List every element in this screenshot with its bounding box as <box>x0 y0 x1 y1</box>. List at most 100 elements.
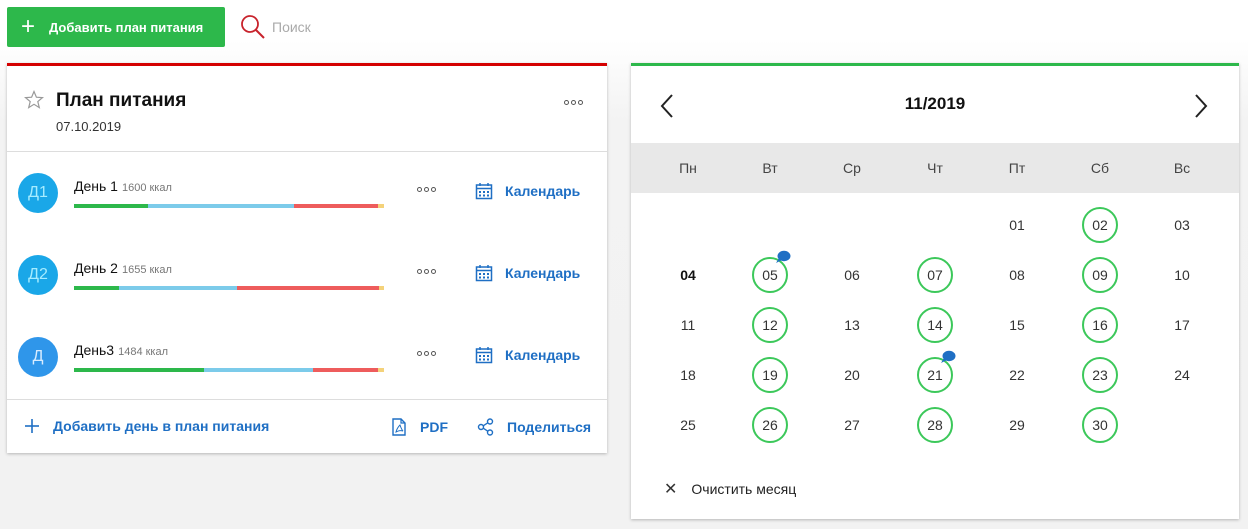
calendar-day[interactable]: 02 <box>1082 207 1118 243</box>
calendar-day-number: 05 <box>762 267 778 283</box>
calendar-day-number: 06 <box>844 267 860 283</box>
calendar-day[interactable]: 05 <box>752 250 791 293</box>
calendar-day[interactable]: 22 <box>999 357 1035 393</box>
calendar-day[interactable]: 20 <box>834 357 870 393</box>
calendar-day[interactable]: 08 <box>999 257 1035 293</box>
search-input[interactable] <box>272 19 422 35</box>
calendar-day[interactable]: 27 <box>834 407 870 443</box>
comment-bubble-icon[interactable] <box>775 250 791 264</box>
macro-bar <box>74 286 384 290</box>
day-more-icon[interactable] <box>417 187 436 192</box>
calendar-day[interactable]: 11 <box>670 307 706 343</box>
calendar-day[interactable]: 16 <box>1082 307 1118 343</box>
calendar-day-number: 01 <box>1009 217 1025 233</box>
calendar-day-number: 19 <box>762 367 778 383</box>
macro-other-segment <box>377 368 384 372</box>
macro-other-segment <box>379 286 384 290</box>
calendar-day[interactable]: 04 <box>670 257 706 293</box>
calendar-day[interactable]: 26 <box>752 407 788 443</box>
day-row: Д2 День 2 1655 ккал Календарь <box>7 234 607 316</box>
day-calendar-button[interactable]: Календарь <box>475 264 580 282</box>
plan-footer: Добавить день в план питания PDF Поделит… <box>7 399 607 456</box>
calendar-day[interactable]: 09 <box>1082 257 1118 293</box>
calendar-day-number: 08 <box>1009 267 1025 283</box>
clear-month-button[interactable]: ✕ Очистить месяц <box>664 479 796 499</box>
weekday-label: Вт <box>762 160 778 176</box>
calendar-label: Календарь <box>505 347 581 363</box>
plus-icon <box>25 419 39 433</box>
day-title[interactable]: День3 1484 ккал <box>74 342 168 358</box>
calendar-day[interactable]: 14 <box>917 307 953 343</box>
calendar-day[interactable]: 29 <box>999 407 1035 443</box>
add-day-button[interactable]: Добавить день в план питания <box>24 418 269 434</box>
calendar-day[interactable]: 25 <box>670 407 706 443</box>
calendar-card: 11/2019 Пн Вт Ср Чт Пт Сб Вс 01 02 03 04 05 0… <box>631 63 1239 519</box>
calendar-day-number: 29 <box>1009 417 1025 433</box>
calendar-day[interactable]: 24 <box>1164 357 1200 393</box>
calendar-day-number: 11 <box>680 317 696 333</box>
calendar-icon <box>475 265 493 282</box>
calendar-day[interactable]: 28 <box>917 407 953 443</box>
day-name: День 1 <box>74 178 118 194</box>
pdf-button[interactable]: PDF <box>391 418 448 436</box>
calendar-day[interactable]: 30 <box>1082 407 1118 443</box>
close-icon: ✕ <box>664 481 678 498</box>
day-calendar-button[interactable]: Календарь <box>475 346 580 364</box>
macro-carbs-segment <box>148 204 295 208</box>
calendar-day[interactable]: 21 <box>917 350 956 393</box>
calendar-icon <box>475 347 493 364</box>
calendar-day[interactable]: 07 <box>917 257 953 293</box>
day-name: День 2 <box>74 260 118 276</box>
calendar-day-number: 25 <box>680 417 696 433</box>
calendar-day[interactable]: 23 <box>1082 357 1118 393</box>
calendar-day-number: 27 <box>844 417 860 433</box>
macro-carbs-segment <box>204 368 313 372</box>
calendar-day-number: 10 <box>1174 267 1190 283</box>
day-calendar-button[interactable]: Календарь <box>475 182 580 200</box>
calendar-day-number: 02 <box>1092 217 1108 233</box>
macro-bar <box>74 368 384 372</box>
comment-bubble-icon[interactable] <box>940 350 956 364</box>
pdf-label: PDF <box>420 419 448 435</box>
calendar-day[interactable]: 10 <box>1164 257 1200 293</box>
day-more-icon[interactable] <box>417 269 436 274</box>
plan-more-icon[interactable] <box>564 100 583 105</box>
day-more-icon[interactable] <box>417 351 436 356</box>
plan-date: 07.10.2019 <box>56 119 122 134</box>
share-button[interactable]: Поделиться <box>477 418 591 436</box>
macro-protein-segment <box>74 368 205 372</box>
macro-fat-segment <box>312 368 378 372</box>
calendar-day[interactable]: 01 <box>999 207 1035 243</box>
calendar-day[interactable]: 18 <box>670 357 706 393</box>
calendar-day[interactable]: 06 <box>834 257 870 293</box>
calendar-day-number: 28 <box>927 417 943 433</box>
calendar-day[interactable]: 12 <box>752 307 788 343</box>
star-icon[interactable] <box>24 90 44 110</box>
weekday-label: Сб <box>1090 160 1110 176</box>
plan-header: План питания 07.10.2019 <box>7 66 607 152</box>
calendar-label: Календарь <box>505 265 581 281</box>
day-avatar: Д <box>18 337 58 377</box>
day-row: Д День3 1484 ккал Календарь <box>7 316 607 398</box>
calendar-day-number: 24 <box>1174 367 1190 383</box>
macro-bar <box>74 204 384 208</box>
weekday-header: Пн Вт Ср Чт Пт Сб Вс <box>631 143 1239 193</box>
calendar-day[interactable]: 03 <box>1164 207 1200 243</box>
calendar-day[interactable]: 17 <box>1164 307 1200 343</box>
plus-icon: + <box>21 13 36 40</box>
add-day-label: Добавить день в план питания <box>53 418 270 434</box>
macro-protein-segment <box>74 204 149 208</box>
macro-protein-segment <box>74 286 119 290</box>
calendar-day-number: 20 <box>844 367 860 383</box>
share-label: Поделиться <box>507 419 592 435</box>
search-icon[interactable] <box>240 14 266 40</box>
calendar-day[interactable]: 13 <box>834 307 870 343</box>
day-avatar: Д2 <box>18 255 58 295</box>
calendar-day[interactable]: 15 <box>999 307 1035 343</box>
day-title[interactable]: День 2 1655 ккал <box>74 260 172 276</box>
pdf-icon <box>392 418 406 436</box>
calendar-day[interactable]: 19 <box>752 357 788 393</box>
add-plan-button[interactable]: + Добавить план питания <box>7 7 225 47</box>
chevron-right-icon[interactable] <box>1193 93 1209 119</box>
day-title[interactable]: День 1 1600 ккал <box>74 178 172 194</box>
